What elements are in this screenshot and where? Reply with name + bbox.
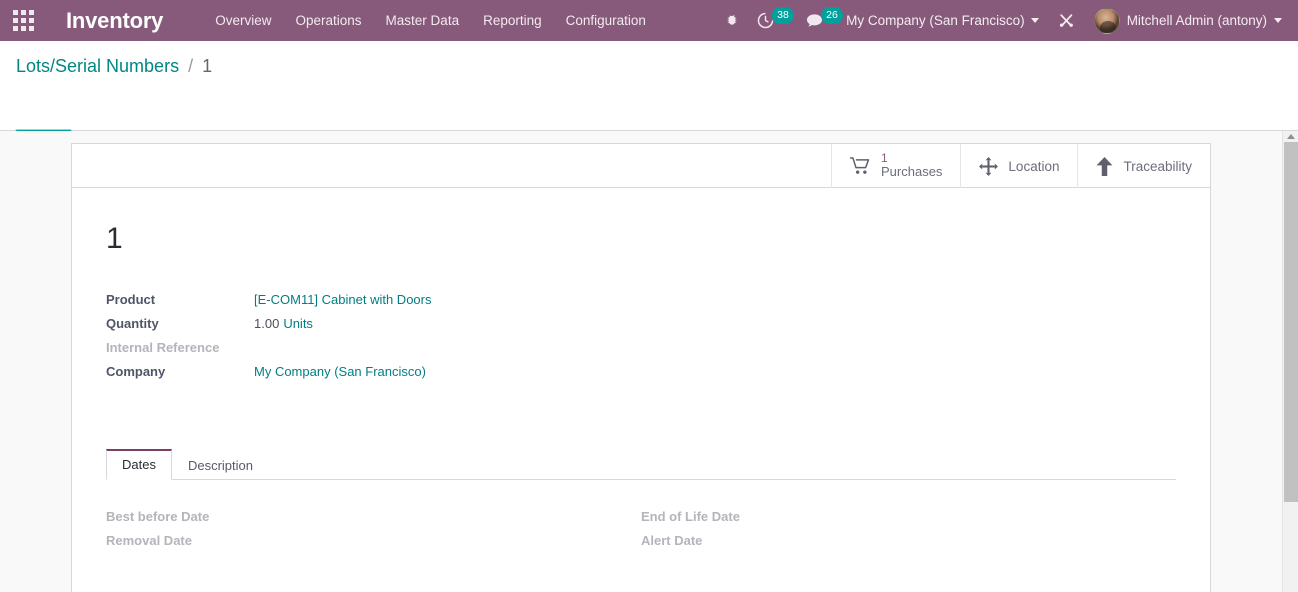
product-link[interactable]: [E-COM11] Cabinet with Doors bbox=[254, 292, 432, 307]
quantity-uom-link[interactable]: Units bbox=[283, 316, 313, 331]
field-row-removal-date: Removal Date bbox=[106, 528, 254, 552]
field-value-quantity: 1.00 Units bbox=[254, 314, 432, 338]
tab-description[interactable]: Description bbox=[172, 450, 269, 480]
user-menu-label: Mitchell Admin (antony) bbox=[1126, 13, 1267, 28]
navbar-right-tools: 38 26 My Company (San Francisco) Mitchel… bbox=[715, 0, 1298, 41]
scroll-up-button[interactable] bbox=[1283, 131, 1298, 142]
field-label-company: Company bbox=[106, 364, 166, 379]
menu-item-reporting[interactable]: Reporting bbox=[471, 0, 554, 41]
field-row-alert-date: Alert Date bbox=[641, 528, 789, 552]
field-value-internal-reference[interactable] bbox=[254, 338, 432, 362]
menu-item-configuration[interactable]: Configuration bbox=[554, 0, 658, 41]
activities-count-badge: 38 bbox=[772, 7, 794, 24]
dates-column-right: End of Life Date Alert Date bbox=[641, 504, 1176, 552]
arrows-alt-icon bbox=[979, 156, 999, 176]
field-value-company: My Company (San Francisco) bbox=[254, 362, 432, 386]
top-navbar: Inventory Overview Operations Master Dat… bbox=[0, 0, 1298, 41]
content-area: 1 Purchases Location Traceability 1 Prod… bbox=[0, 131, 1298, 592]
chevron-down-icon bbox=[1274, 18, 1282, 23]
main-menu: Overview Operations Master Data Reportin… bbox=[203, 0, 658, 41]
field-label-product: Product bbox=[106, 292, 156, 307]
stat-button-purchases[interactable]: 1 Purchases bbox=[831, 144, 960, 188]
field-row-internal-reference: Internal Reference bbox=[106, 338, 432, 362]
stat-button-location[interactable]: Location bbox=[960, 144, 1077, 188]
menu-item-overview[interactable]: Overview bbox=[203, 0, 283, 41]
activities-button[interactable]: 38 bbox=[748, 0, 794, 41]
field-row-product: Product [E-COM11] Cabinet with Doors bbox=[106, 290, 432, 314]
stat-button-purchases-value: 1 bbox=[881, 151, 888, 165]
vertical-scrollbar[interactable] bbox=[1282, 131, 1298, 592]
breadcrumb-item-current: 1 bbox=[202, 56, 213, 76]
tools-icon bbox=[1059, 14, 1073, 27]
debug-menu-button[interactable] bbox=[715, 0, 748, 41]
form-body: 1 Product [E-COM11] Cabinet with Doors Q… bbox=[72, 188, 1210, 552]
chevron-down-icon bbox=[1030, 18, 1039, 23]
tab-dates[interactable]: Dates bbox=[106, 449, 172, 480]
field-label-end-of-life-date: End of Life Date bbox=[641, 508, 740, 524]
avatar bbox=[1093, 7, 1120, 34]
notebook: Dates Description Best before Date Remov… bbox=[106, 448, 1176, 552]
quantity-value: 1.00 bbox=[254, 316, 280, 331]
chevron-up-icon bbox=[1287, 134, 1295, 139]
stat-button-purchases-label: Purchases bbox=[881, 164, 943, 180]
messages-button[interactable]: 26 bbox=[797, 0, 843, 41]
company-switcher-label: My Company (San Francisco) bbox=[846, 13, 1025, 28]
field-label-removal-date: Removal Date bbox=[106, 532, 192, 548]
shopping-cart-icon bbox=[850, 157, 871, 175]
stat-button-location-label: Location bbox=[1008, 158, 1060, 174]
apps-menu-toggle[interactable] bbox=[0, 0, 46, 41]
bug-icon bbox=[727, 15, 737, 25]
form-sheet: 1 Purchases Location Traceability 1 Prod… bbox=[71, 143, 1211, 592]
app-brand-inventory[interactable]: Inventory bbox=[66, 8, 163, 34]
notebook-page-dates: Best before Date Removal Date End of Lif… bbox=[106, 480, 1176, 552]
stat-button-purchases-text: 1 Purchases bbox=[881, 151, 943, 180]
messages-count-badge: 26 bbox=[821, 7, 843, 24]
breadcrumb-separator: / bbox=[188, 56, 194, 76]
developer-tools-button[interactable] bbox=[1049, 0, 1084, 41]
dates-column-left: Best before Date Removal Date bbox=[106, 504, 641, 552]
field-label-best-before-date: Best before Date bbox=[106, 508, 210, 524]
apps-grid-icon bbox=[12, 10, 34, 31]
field-row-end-of-life-date: End of Life Date bbox=[641, 504, 789, 528]
arrow-up-icon bbox=[1096, 156, 1113, 176]
field-group-main: Product [E-COM11] Cabinet with Doors Qua… bbox=[106, 290, 432, 386]
field-label-quantity: Quantity bbox=[106, 316, 159, 331]
page-title: 1 bbox=[106, 222, 123, 255]
scrollbar-thumb[interactable] bbox=[1284, 142, 1298, 502]
menu-item-master-data[interactable]: Master Data bbox=[374, 0, 472, 41]
stat-button-box: 1 Purchases Location Traceability bbox=[72, 144, 1210, 188]
menu-item-operations[interactable]: Operations bbox=[284, 0, 374, 41]
field-row-quantity: Quantity 1.00 Units bbox=[106, 314, 432, 338]
stat-button-traceability[interactable]: Traceability bbox=[1077, 144, 1210, 188]
form-view-background: 1 Purchases Location Traceability 1 Prod… bbox=[0, 131, 1277, 592]
control-panel: Lots/Serial Numbers / 1 EDIT CREATE Prin… bbox=[0, 41, 1298, 157]
company-link[interactable]: My Company (San Francisco) bbox=[254, 364, 426, 379]
breadcrumb-item-lots-serial-numbers[interactable]: Lots/Serial Numbers bbox=[16, 56, 179, 76]
breadcrumb: Lots/Serial Numbers / 1 bbox=[16, 55, 212, 77]
user-menu[interactable]: Mitchell Admin (antony) bbox=[1084, 0, 1288, 41]
notebook-tab-headers: Dates Description bbox=[106, 448, 1176, 480]
field-label-alert-date: Alert Date bbox=[641, 532, 703, 548]
field-value-product: [E-COM11] Cabinet with Doors bbox=[254, 290, 432, 314]
field-row-best-before-date: Best before Date bbox=[106, 504, 254, 528]
company-switcher[interactable]: My Company (San Francisco) bbox=[832, 0, 1049, 41]
field-row-company: Company My Company (San Francisco) bbox=[106, 362, 432, 386]
stat-button-traceability-label: Traceability bbox=[1123, 158, 1192, 174]
field-label-internal-reference: Internal Reference bbox=[106, 340, 220, 355]
